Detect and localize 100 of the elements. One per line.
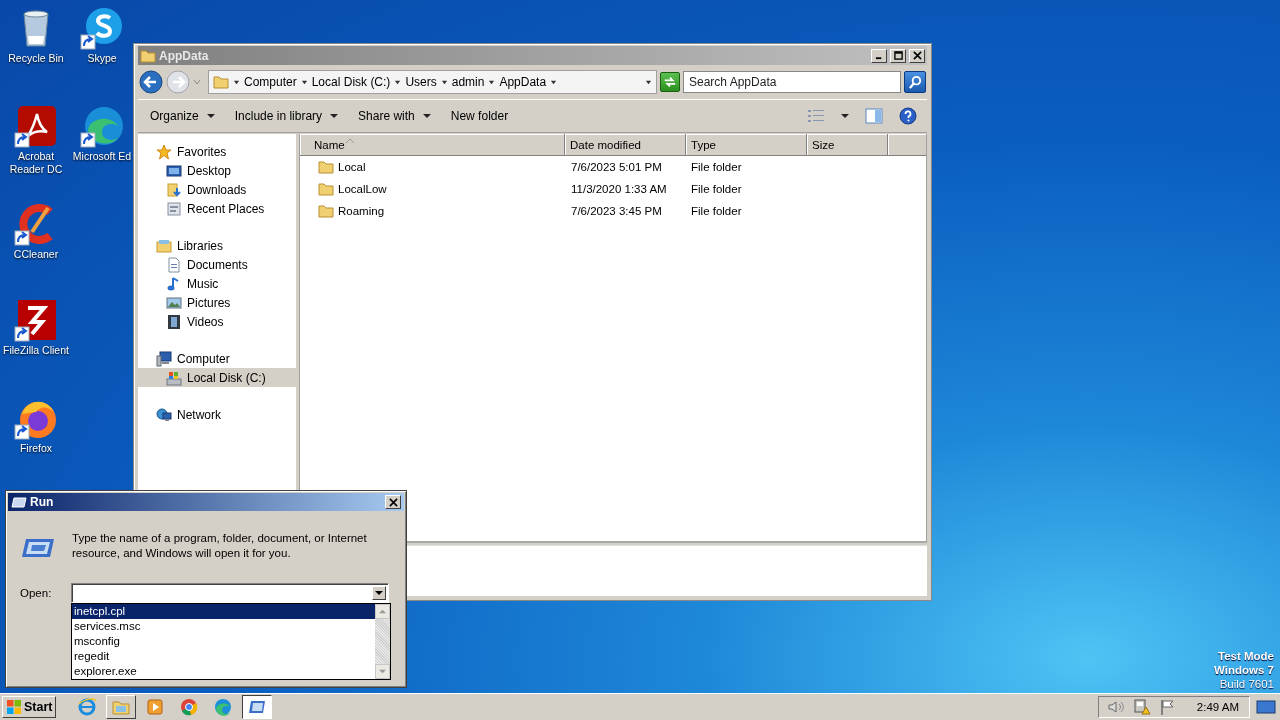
skype-icon[interactable] [80, 6, 124, 50]
close-icon [912, 51, 922, 60]
refresh-button[interactable] [660, 72, 680, 92]
computer-icon [156, 350, 172, 367]
history-item[interactable]: regedit [72, 649, 375, 664]
folder-icon [318, 203, 334, 219]
date-cell: 7/6/2023 3:45 PM [571, 205, 662, 217]
run-instructions: Type the name of a program, folder, document, or Internet resource, and Windows will open it for you. [72, 531, 368, 561]
column-header[interactable]: Name [300, 134, 565, 156]
caret-icon [841, 112, 849, 120]
search-icon [907, 74, 923, 90]
window-title: Run [30, 495, 54, 509]
windows-logo-icon [6, 699, 22, 715]
nav-item[interactable]: Computer [138, 349, 296, 368]
close-button[interactable] [385, 495, 401, 509]
start-button[interactable]: Start [2, 696, 57, 718]
acrobat-icon[interactable] [14, 104, 58, 148]
ie-icon [77, 697, 98, 717]
caret-icon [206, 112, 215, 120]
system-notice-text: Build 7601 [1219, 677, 1274, 691]
toolbar-button[interactable]: Include in library [226, 105, 347, 127]
monitor-icon [1256, 699, 1276, 715]
window-title: AppData [159, 48, 209, 63]
nav-item[interactable]: Pictures [138, 293, 296, 312]
breadcrumb[interactable]: admin [451, 75, 485, 89]
breadcrumb[interactable]: Local Disk (C:) [311, 75, 391, 89]
breadcrumb[interactable]: Users [405, 75, 437, 89]
preview-pane-icon [865, 108, 883, 124]
nav-item[interactable]: Documents [138, 255, 296, 274]
desktop-icon-label: Recycle Bin [8, 52, 64, 65]
column-header[interactable]: Date modified [565, 134, 686, 156]
film-icon [166, 313, 182, 330]
type-cell: File folder [691, 161, 742, 173]
breadcrumb[interactable]: AppData [499, 75, 547, 89]
nav-item[interactable]: Downloads [138, 180, 296, 199]
column-header[interactable]: Type [686, 134, 807, 156]
history-item[interactable]: services.msc [72, 619, 375, 634]
monitor-icon [166, 162, 182, 179]
history-item[interactable]: explorer.exe [72, 664, 375, 679]
toolbar-button[interactable]: Organize [142, 105, 223, 127]
chrome-icon [179, 697, 200, 717]
taskbar-button[interactable] [242, 695, 273, 719]
nav-item[interactable]: Favorites [138, 142, 296, 161]
toolbar-button[interactable]: New folder [442, 105, 517, 127]
system-notice-text: Test Mode [1218, 649, 1274, 663]
edge-icon [213, 697, 234, 717]
caret-icon[interactable] [440, 78, 448, 86]
search-button[interactable] [904, 71, 926, 93]
history-item[interactable]: msconfig [72, 634, 375, 649]
file-name[interactable]: LocalLow [338, 183, 387, 195]
caret-icon [422, 112, 431, 120]
nav-item[interactable]: Libraries [138, 236, 296, 255]
desktop-icon-label: Microsoft Ed [72, 150, 132, 163]
refresh-icon [663, 75, 677, 89]
edge-icon[interactable] [80, 104, 124, 148]
caret-icon [330, 112, 339, 120]
filezilla-icon[interactable] [14, 298, 58, 342]
help-icon [899, 107, 917, 125]
maximize-button[interactable] [890, 48, 906, 63]
system-notice-text: Windows 7 [1214, 663, 1274, 677]
address-bar[interactable]: Computer Local Disk (C:) Users admin AppData [208, 70, 657, 94]
column-header[interactable]: Size [807, 134, 888, 156]
desktop-icon-label: FileZilla Client [3, 344, 69, 357]
search-field[interactable]: Search AppData [683, 71, 901, 93]
nav-item[interactable]: Videos [138, 312, 296, 331]
caret-icon[interactable] [300, 78, 308, 86]
document-icon [166, 256, 182, 273]
nav-item[interactable]: Network [138, 405, 296, 424]
nav-item[interactable]: Local Disk (C:) [138, 368, 296, 387]
clock[interactable]: 2:49 AM [1196, 701, 1239, 713]
minimize-button[interactable] [871, 48, 887, 63]
type-cell: File folder [691, 183, 742, 195]
caret-icon[interactable] [550, 78, 558, 86]
close-button[interactable] [909, 48, 925, 63]
date-cell: 7/6/2023 5:01 PM [571, 161, 662, 173]
breadcrumb[interactable]: Computer [244, 75, 297, 89]
folder-icon [318, 159, 334, 175]
toolbar-button[interactable]: Share with [350, 105, 439, 127]
show-desktop-button[interactable] [1254, 699, 1278, 715]
desktop-icon-label: Skype [87, 52, 117, 65]
caret-icon[interactable] [394, 78, 402, 86]
network-warning-icon[interactable] [1132, 698, 1151, 716]
media-player-icon [145, 697, 166, 717]
caret-icon[interactable] [488, 78, 496, 86]
dropdown-caret-icon[interactable] [645, 78, 652, 86]
nav-item[interactable]: Recent Places [138, 199, 296, 218]
file-name[interactable]: Local [338, 161, 366, 173]
desktop-icon-label: CCleaner [13, 248, 59, 261]
close-icon [388, 497, 398, 507]
nav-item[interactable]: Music [138, 274, 296, 293]
folder-icon [318, 181, 334, 197]
nav-item[interactable]: Desktop [138, 161, 296, 180]
file-name[interactable]: Roaming [338, 205, 385, 217]
download-folder-icon [166, 181, 182, 198]
caret-icon[interactable] [233, 78, 240, 86]
field-label: Open: [20, 587, 53, 599]
run-icon [20, 536, 56, 560]
history-item[interactable]: inetcpl.cpl [72, 604, 375, 619]
back-button[interactable] [139, 70, 163, 94]
library-folder-icon [156, 237, 172, 254]
